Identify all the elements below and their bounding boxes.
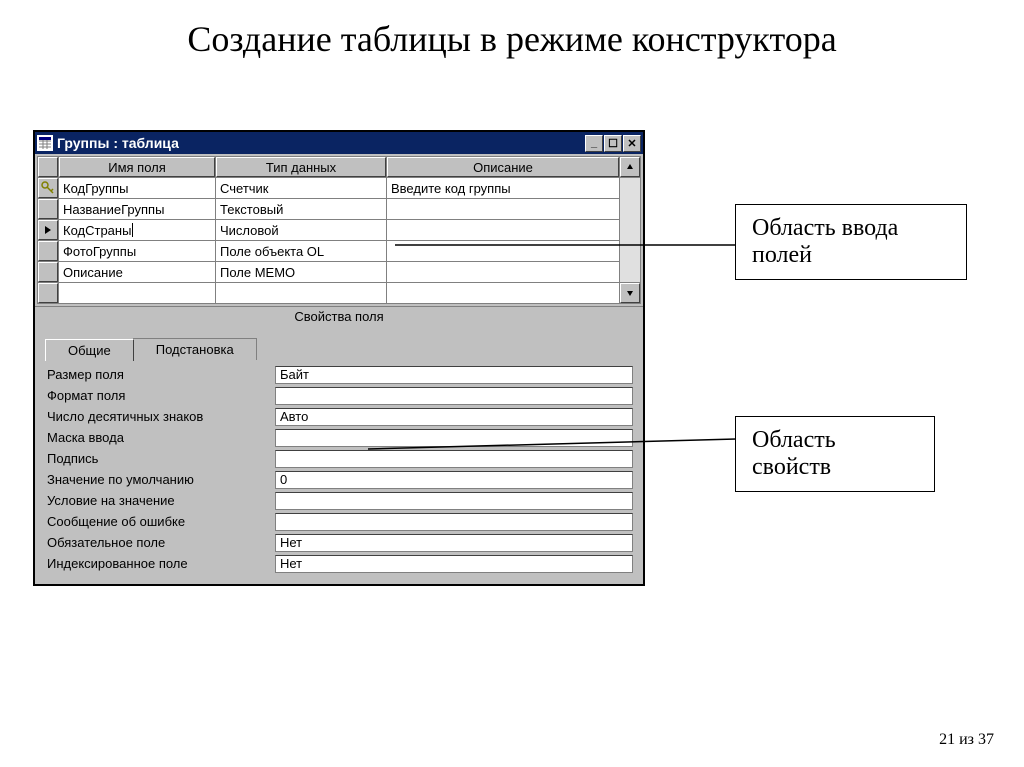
prop-label: Число десятичных знаков — [45, 409, 275, 424]
scroll-down-button[interactable] — [620, 283, 640, 303]
field-type-cell[interactable]: Поле объекта OL — [216, 241, 386, 261]
row-selector[interactable] — [38, 241, 58, 261]
col-header-desc[interactable]: Описание — [387, 157, 619, 177]
col-header-type[interactable]: Тип данных — [216, 157, 386, 177]
prop-label: Подпись — [45, 451, 275, 466]
field-desc-cell[interactable] — [387, 283, 619, 303]
field-name-cell[interactable]: НазваниеГруппы — [59, 199, 215, 219]
fields-grid[interactable]: Имя поля Тип данных Описание КодГруппы С… — [37, 156, 641, 304]
table-designer-window: Группы : таблица _ ☐ ✕ Имя поля Тип данн… — [33, 130, 645, 586]
scrollbar-track[interactable] — [620, 178, 640, 282]
table-icon — [37, 135, 53, 151]
callout-fields: Область ввода полей — [735, 204, 967, 280]
tabs: Общие Подстановка — [35, 326, 643, 364]
row-selector[interactable] — [38, 220, 58, 240]
current-row-icon — [43, 225, 53, 235]
prop-label: Условие на значение — [45, 493, 275, 508]
row-selector[interactable] — [38, 262, 58, 282]
prop-value[interactable] — [275, 513, 633, 531]
field-desc-cell[interactable] — [387, 262, 619, 282]
window-title: Группы : таблица — [57, 135, 585, 151]
prop-value[interactable] — [275, 492, 633, 510]
field-type-cell[interactable]: Текстовый — [216, 199, 386, 219]
prop-label: Значение по умолчанию — [45, 472, 275, 487]
prop-value[interactable]: Авто — [275, 408, 633, 426]
leader-line — [395, 243, 736, 253]
leader-line — [368, 435, 736, 455]
field-type-cell[interactable]: Поле МЕМО — [216, 262, 386, 282]
prop-value[interactable]: Нет — [275, 534, 633, 552]
properties-section-label: Свойства поля — [35, 306, 643, 326]
minimize-button[interactable]: _ — [585, 135, 603, 152]
field-name-cell[interactable]: ФотоГруппы — [59, 241, 215, 261]
properties-pane: Размер поляБайт Формат поля Число десяти… — [45, 364, 633, 574]
field-type-cell[interactable]: Счетчик — [216, 178, 386, 198]
field-desc-cell[interactable] — [387, 220, 619, 240]
row-selector[interactable] — [38, 199, 58, 219]
prop-value[interactable]: 0 — [275, 471, 633, 489]
prop-label: Размер поля — [45, 367, 275, 382]
prop-label: Маска ввода — [45, 430, 275, 445]
tab-lookup[interactable]: Подстановка — [133, 338, 257, 360]
prop-value[interactable]: Байт — [275, 366, 633, 384]
col-header-name[interactable]: Имя поля — [59, 157, 215, 177]
prop-label: Сообщение об ошибке — [45, 514, 275, 529]
prop-label: Формат поля — [45, 388, 275, 403]
prop-label: Обязательное поле — [45, 535, 275, 550]
field-name-cell[interactable] — [59, 283, 215, 303]
scroll-up-button[interactable] — [620, 157, 640, 177]
field-name-cell[interactable]: КодГруппы — [59, 178, 215, 198]
page-number: 21 из 37 — [939, 731, 994, 749]
prop-value[interactable]: Нет — [275, 555, 633, 573]
tab-general[interactable]: Общие — [45, 339, 134, 361]
prop-value[interactable] — [275, 387, 633, 405]
close-button[interactable]: ✕ — [623, 135, 641, 152]
field-desc-cell[interactable]: Введите код группы — [387, 178, 619, 198]
titlebar[interactable]: Группы : таблица _ ☐ ✕ — [35, 132, 643, 154]
callout-props: Область свойств — [735, 416, 935, 492]
slide-title: Создание таблицы в режиме конструктора — [0, 0, 1024, 70]
maximize-button[interactable]: ☐ — [604, 135, 622, 152]
row-selector-header — [38, 157, 58, 177]
field-name-cell[interactable]: КодСтраны — [59, 220, 215, 240]
field-type-cell[interactable]: Числовой — [216, 220, 386, 240]
prop-label: Индексированное поле — [45, 556, 275, 571]
row-selector[interactable] — [38, 283, 58, 303]
field-desc-cell[interactable] — [387, 199, 619, 219]
field-name-cell[interactable]: Описание — [59, 262, 215, 282]
row-selector[interactable] — [38, 178, 58, 198]
key-icon — [41, 181, 55, 195]
field-type-cell[interactable] — [216, 283, 386, 303]
